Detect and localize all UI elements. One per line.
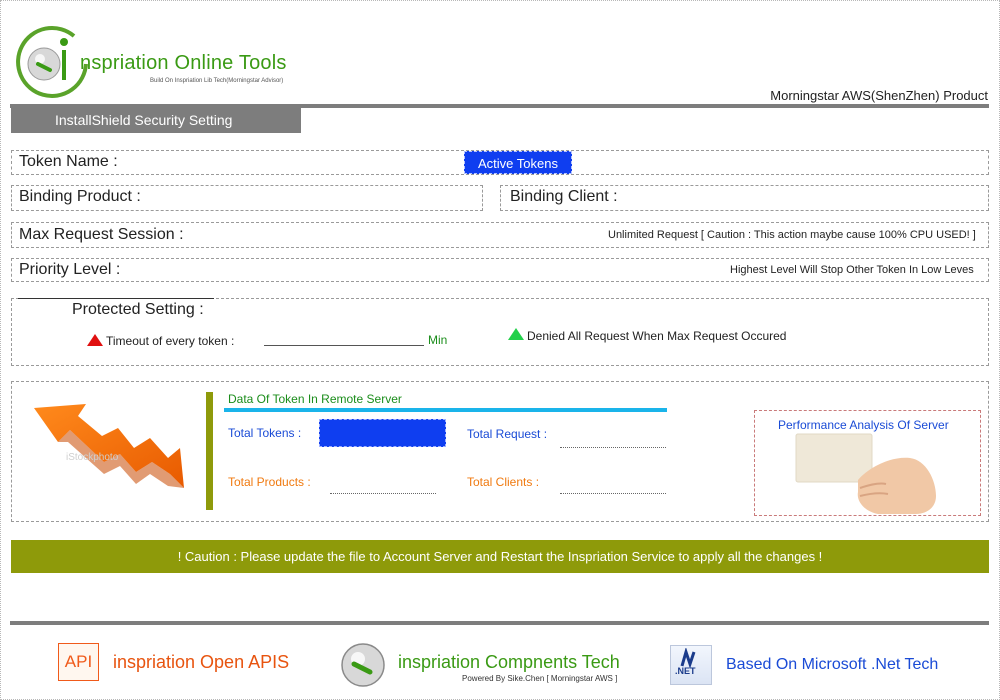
allowed-triangle-icon — [508, 328, 524, 340]
dotnet-icon-text: .NET — [675, 666, 696, 676]
remote-data-title: Data Of Token In Remote Server — [228, 392, 402, 406]
token-name-label: Token Name : — [19, 153, 118, 170]
components-logo-icon — [341, 643, 385, 687]
total-request-label: Total Request : — [467, 427, 548, 441]
growth-arrow-image: iStockphoto — [34, 404, 184, 488]
timeout-label: Timeout of every token : — [106, 334, 235, 348]
caution-banner: ! Caution : Please update the file to Ac… — [11, 540, 989, 573]
total-tokens-value — [319, 419, 446, 447]
total-clients-label: Total Clients : — [467, 475, 540, 489]
total-products-value — [330, 480, 436, 494]
active-tokens-button[interactable]: Active Tokens — [464, 151, 572, 174]
product-label: Morningstar AWS(ShenZhen) Product — [770, 88, 988, 103]
priority-note[interactable]: Highest Level Will Stop Other Token In L… — [730, 264, 974, 276]
remote-title-rule — [224, 408, 667, 412]
timeout-unit: Min — [428, 333, 448, 347]
timeout-input[interactable] — [264, 333, 424, 346]
protected-title: Protected Setting : — [72, 301, 204, 318]
protected-title-underline — [18, 298, 214, 299]
unlimited-request-option[interactable]: Unlimited Request [ Caution : This actio… — [608, 229, 976, 241]
api-icon: API — [58, 643, 99, 681]
powered-by: Powered By Sike.Chen [ Morningstar AWS ] — [462, 674, 618, 683]
components-link[interactable]: inspriation Compnents Tech — [398, 652, 620, 673]
total-tokens-label: Total Tokens : — [228, 426, 302, 440]
warning-triangle-icon — [87, 334, 103, 346]
denied-request-option[interactable]: Denied All Request When Max Request Occu… — [527, 329, 786, 343]
binding-client-label: Binding Client : — [510, 188, 618, 205]
hand-card-image — [795, 433, 936, 514]
total-clients-value — [560, 480, 666, 494]
open-apis-link[interactable]: inspriation Open APIS — [113, 652, 289, 673]
priority-label: Priority Level : — [19, 261, 121, 278]
section-tab[interactable]: InstallShield Security Setting — [11, 108, 301, 133]
binding-product-label: Binding Product : — [19, 188, 141, 205]
image-watermark: iStockphoto — [66, 452, 119, 463]
dotnet-icon: .NET — [670, 645, 712, 685]
max-request-label: Max Request Session : — [19, 226, 184, 243]
total-products-label: Total Products : — [228, 475, 311, 489]
logo-subtitle: Build On Inspriation Lib Tech(Morningsta… — [150, 78, 284, 84]
dotnet-link[interactable]: Based On Microsoft .Net Tech — [726, 656, 938, 674]
logo-title: nspriation Online Tools — [80, 52, 287, 74]
footer-rule — [10, 621, 989, 625]
section-marker — [206, 392, 213, 510]
total-request-value — [560, 434, 666, 448]
logo: nspriation Online Tools Build On Inspria… — [14, 18, 304, 98]
